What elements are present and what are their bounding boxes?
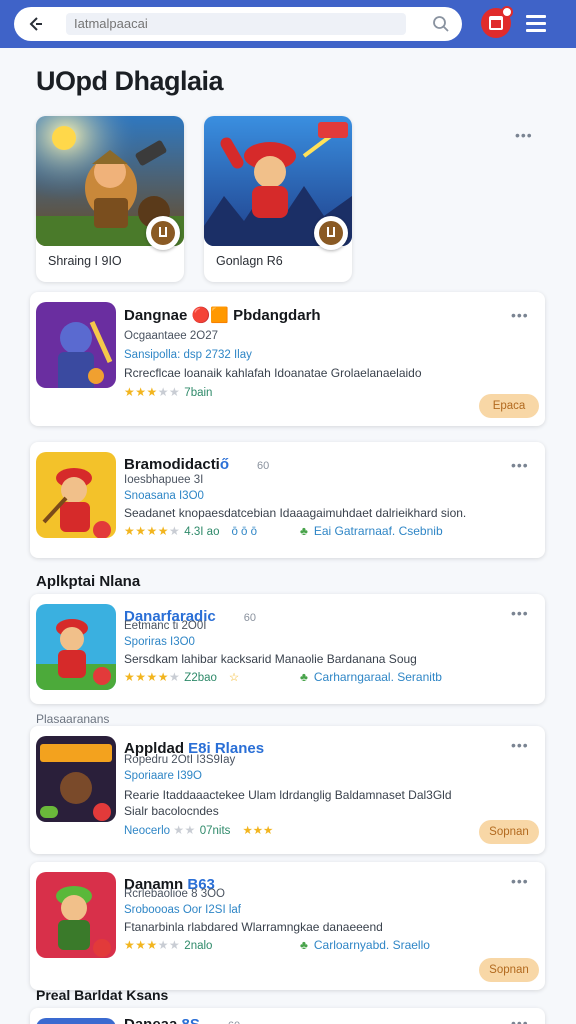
install-button-1[interactable]: Epaca: [479, 394, 539, 418]
search-input[interactable]: [66, 13, 406, 35]
app-rating-4: Neocerlo ★★ 07nits ★★★: [124, 823, 274, 837]
app-meta-3a: Eetmanc ti 2O0I: [124, 620, 207, 632]
star-rating-icon: ★★★★★: [124, 938, 181, 952]
app-meta-5b: Sroboooas Oor I2SI laf: [124, 904, 241, 916]
star-rating-icon: ★★★★★: [124, 385, 181, 399]
app-meta-5a: Rcrlebaolioe 8 3OO: [124, 888, 225, 900]
app-icon-1: [36, 302, 116, 388]
app-meta-4b: Sporiaare I39O: [124, 770, 202, 782]
search-bar[interactable]: [14, 7, 462, 41]
back-arrow-icon[interactable]: [26, 15, 44, 33]
section-header-bottom: Preal Barldat Ksans: [36, 987, 169, 1003]
app-title-2: Bramodidactiő 60: [124, 456, 270, 473]
app-icon-3: [36, 604, 116, 690]
more-options-icon[interactable]: •••: [515, 128, 535, 142]
more-options-icon[interactable]: •••: [511, 308, 531, 322]
more-options-icon[interactable]: •••: [511, 874, 531, 888]
app-category-2: ♣ Eai Gatrarnaaf. Csebnib: [300, 524, 443, 538]
star-rating-icon: ★★: [173, 823, 196, 837]
section-header-apps: Aplkptai Nlana: [36, 573, 141, 590]
more-options-icon[interactable]: •••: [511, 738, 531, 752]
featured-name-2: Gonlagn R6: [216, 254, 283, 268]
page-title: UOpd Dhaglaia: [36, 66, 224, 96]
top-bar: [0, 0, 576, 48]
section-label: Plasaaranans: [36, 712, 110, 726]
app-icon-4: [36, 736, 116, 822]
app-desc-1: Rcrecflcae loanaik kahlafah Idoanatae Gr…: [124, 366, 422, 380]
app-icon-6: [36, 1018, 116, 1024]
app-card-6[interactable]: Daneaa 8S60 •••: [30, 1008, 545, 1024]
app-desc-2: Seadanet knopaesdatcebian Idaaagaimuhdae…: [124, 506, 467, 520]
download-icon[interactable]: [146, 216, 180, 250]
app-rating-2: ★★★★★ 4.3I ao ō ō ō: [124, 524, 258, 538]
app-rating-1: ★★★★★ 7bain: [124, 385, 213, 399]
app-card-5[interactable]: Danamn B63 Rcrlebaolioe 8 3OO Sroboooas …: [30, 862, 545, 990]
app-title-6: Daneaa 8S60: [124, 1016, 240, 1024]
leaf-icon: ♣: [300, 670, 308, 684]
app-card-3[interactable]: Danarfaradic 60 Eetmanc ti 2O0I Sporiras …: [30, 594, 545, 704]
app-desc-4b: Sialr bacolocndes: [124, 804, 219, 818]
app-desc-3: Sersdkam lahibar kacksarid Manaolie Bard…: [124, 652, 417, 666]
app-icon-5: [36, 872, 116, 958]
featured-name-1: Shraing I 9IO: [48, 254, 122, 268]
title-emoji-icons: 🔴🟧: [191, 307, 229, 324]
app-desc-5: Ftanarbinla rlabdared Wlarramngkae danae…: [124, 920, 383, 934]
store-bag-button[interactable]: [481, 6, 513, 38]
app-card-4[interactable]: Appldad E8i Rlanes Ropedru 2OtI I3S9Iay …: [30, 726, 545, 854]
install-button-5[interactable]: Sopnan: [479, 958, 539, 982]
star-rating-icon: ★★★★★: [124, 524, 181, 538]
app-meta-3b: Sporiras I3O0: [124, 636, 195, 648]
app-meta-2a: Ioesbhapuee 3I: [124, 474, 204, 486]
app-category-3: ♣ Carharngaraal. Seranitb: [300, 670, 442, 684]
app-meta-4a: Ropedru 2OtI I3S9Iay: [124, 754, 236, 766]
more-options-icon[interactable]: •••: [511, 1016, 531, 1024]
install-button-4[interactable]: Sopnan: [479, 820, 539, 844]
app-desc-4a: Rearie Itaddaaactekee Ulam ldrdanglig Ba…: [124, 788, 452, 802]
featured-card-1[interactable]: Shraing I 9IO: [36, 116, 184, 282]
app-rating-5: ★★★★★ 2nalo: [124, 938, 213, 952]
more-options-icon[interactable]: •••: [511, 606, 531, 620]
more-options-icon[interactable]: •••: [511, 458, 531, 472]
app-title-1: Dangnae 🔴🟧 Pbdangdarh: [124, 307, 321, 324]
app-meta-1b: Sansipolla: dsp 2732 Ilay: [124, 349, 252, 361]
download-icon[interactable]: [314, 216, 348, 250]
app-card-1[interactable]: Dangnae 🔴🟧 Pbdangdarh Ocgaantaee 2O27 Sa…: [30, 292, 545, 426]
featured-card-2[interactable]: Gonlagn R6: [204, 116, 352, 282]
app-meta-2b: Snoasana I3O0: [124, 490, 204, 502]
app-meta-1a: Ocgaantaee 2O27: [124, 330, 218, 342]
star-rating-icon: ★★★★★: [124, 670, 181, 684]
notification-dot: [501, 6, 513, 18]
app-category-5: ♣ Carloarnyabd. Sraello: [300, 938, 430, 952]
shopping-bag-icon: [489, 16, 503, 30]
leaf-icon: ♣: [300, 524, 308, 538]
hamburger-menu-icon[interactable]: [526, 15, 546, 33]
app-icon-2: [36, 452, 116, 538]
app-card-2[interactable]: Bramodidactiő 60 Ioesbhapuee 3I Snoasana …: [30, 442, 545, 558]
leaf-icon: ♣: [300, 938, 308, 952]
app-rating-3: ★★★★★ Z2bao ☆: [124, 670, 240, 684]
search-icon[interactable]: [432, 15, 450, 33]
